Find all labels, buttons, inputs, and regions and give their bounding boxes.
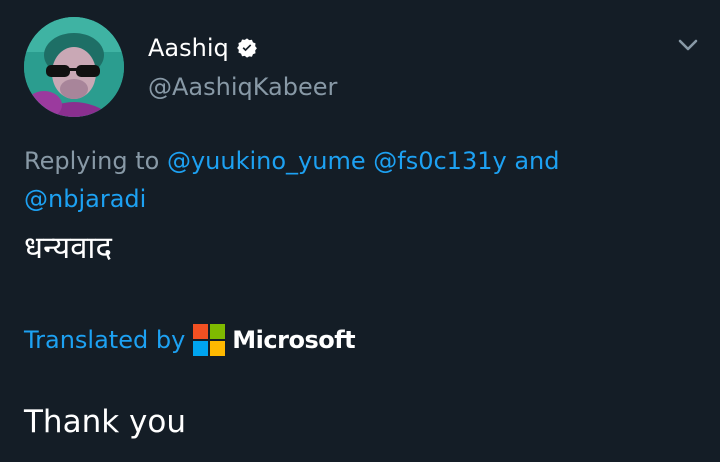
author-handle[interactable]: @AashiqKabeer: [148, 72, 337, 102]
microsoft-logo-icon: [193, 324, 226, 356]
mention-conjunction[interactable]: and: [514, 147, 559, 175]
translated-by-link[interactable]: Translated by: [24, 322, 185, 358]
translation-provider: Microsoft: [232, 326, 356, 354]
verified-badge-icon: [236, 37, 258, 59]
author-name[interactable]: Aashiq: [148, 33, 229, 63]
translated-text: Thank you: [24, 404, 186, 440]
tweet-body: धन्यवाद: [24, 230, 112, 266]
author-name-row[interactable]: Aashiq: [148, 33, 258, 63]
replying-to-line: Replying to @yuukino_yume @fs0c131y and …: [24, 142, 674, 218]
avatar-image: [24, 17, 124, 117]
chevron-down-icon[interactable]: [675, 32, 701, 58]
tweet-card: Aashiq @AashiqKabeer Replying to @yuukin…: [0, 0, 720, 462]
mention-link[interactable]: @yuukino_yume: [167, 147, 366, 175]
replying-to-label: Replying to: [24, 147, 160, 175]
translation-attribution: Translated by Microsoft: [24, 322, 356, 358]
avatar[interactable]: [24, 17, 124, 117]
mention-link[interactable]: @nbjaradi: [24, 185, 146, 213]
mention-link[interactable]: @fs0c131y: [373, 147, 506, 175]
